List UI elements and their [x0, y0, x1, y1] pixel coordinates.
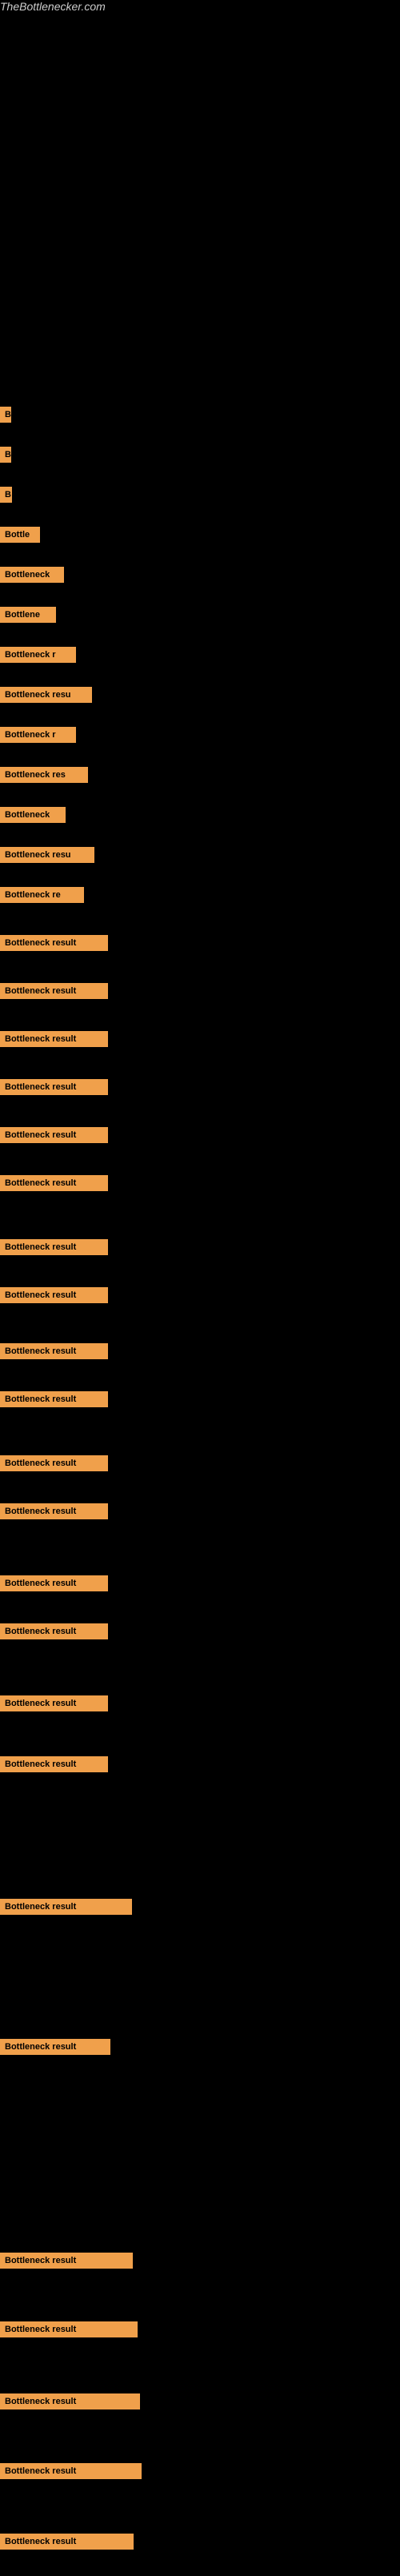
bar-item-36: Bottleneck result [0, 2534, 134, 2550]
bar-label-24: Bottleneck result [0, 1455, 108, 1471]
bar-item-34: Bottleneck result [0, 2393, 140, 2409]
bar-label-5: Bottleneck [0, 567, 64, 583]
bar-item-20: Bottleneck result [0, 1239, 108, 1255]
bar-item-7: Bottleneck r [0, 647, 76, 663]
bar-label-36: Bottleneck result [0, 2534, 134, 2550]
bar-label-15: Bottleneck result [0, 983, 108, 999]
bar-label-26: Bottleneck result [0, 1575, 108, 1591]
bar-item-17: Bottleneck result [0, 1079, 108, 1095]
bar-label-10: Bottleneck res [0, 767, 88, 783]
bar-item-4: Bottle [0, 527, 40, 543]
bar-label-4: Bottle [0, 527, 40, 543]
bar-label-6: Bottlene [0, 607, 56, 623]
bar-item-14: Bottleneck result [0, 935, 108, 951]
bar-label-35: Bottleneck result [0, 2463, 142, 2479]
bar-item-11: Bottleneck [0, 807, 66, 823]
bar-label-30: Bottleneck result [0, 1899, 132, 1915]
bar-label-19: Bottleneck result [0, 1175, 108, 1191]
bar-item-29: Bottleneck result [0, 1756, 108, 1772]
bar-item-9: Bottleneck r [0, 727, 76, 743]
bar-label-21: Bottleneck result [0, 1287, 108, 1303]
bar-label-13: Bottleneck re [0, 887, 84, 903]
bar-item-6: Bottlene [0, 607, 56, 623]
bar-item-33: Bottleneck result [0, 2321, 138, 2337]
bar-item-28: Bottleneck result [0, 1695, 108, 1711]
bar-label-16: Bottleneck result [0, 1031, 108, 1047]
bar-item-13: Bottleneck re [0, 887, 84, 903]
bar-label-23: Bottleneck result [0, 1391, 108, 1407]
bar-item-24: Bottleneck result [0, 1455, 108, 1471]
bar-item-15: Bottleneck result [0, 983, 108, 999]
bar-item-19: Bottleneck result [0, 1175, 108, 1191]
bar-label-18: Bottleneck result [0, 1127, 108, 1143]
bar-label-31: Bottleneck result [0, 2039, 110, 2055]
bar-item-27: Bottleneck result [0, 1623, 108, 1639]
bar-label-9: Bottleneck r [0, 727, 76, 743]
bar-item-35: Bottleneck result [0, 2463, 142, 2479]
bar-label-3: B [0, 487, 12, 503]
bar-item-1: B [0, 407, 11, 423]
bar-label-32: Bottleneck result [0, 2253, 133, 2269]
bar-label-8: Bottleneck resu [0, 687, 92, 703]
bar-label-12: Bottleneck resu [0, 847, 94, 863]
site-title: TheBottlenecker.com [0, 0, 400, 14]
bar-label-17: Bottleneck result [0, 1079, 108, 1095]
bar-item-2: B [0, 447, 11, 463]
bar-item-10: Bottleneck res [0, 767, 88, 783]
bar-label-27: Bottleneck result [0, 1623, 108, 1639]
bar-item-8: Bottleneck resu [0, 687, 92, 703]
bar-item-30: Bottleneck result [0, 1899, 132, 1915]
bar-label-14: Bottleneck result [0, 935, 108, 951]
bar-label-1: B [0, 407, 11, 423]
bar-label-34: Bottleneck result [0, 2393, 140, 2409]
bar-label-22: Bottleneck result [0, 1343, 108, 1359]
bar-label-11: Bottleneck [0, 807, 66, 823]
bar-item-5: Bottleneck [0, 567, 64, 583]
bar-label-7: Bottleneck r [0, 647, 76, 663]
bar-item-16: Bottleneck result [0, 1031, 108, 1047]
bar-label-28: Bottleneck result [0, 1695, 108, 1711]
bar-label-33: Bottleneck result [0, 2321, 138, 2337]
bar-item-23: Bottleneck result [0, 1391, 108, 1407]
bar-item-22: Bottleneck result [0, 1343, 108, 1359]
bar-item-26: Bottleneck result [0, 1575, 108, 1591]
bar-item-31: Bottleneck result [0, 2039, 110, 2055]
bar-label-2: B [0, 447, 11, 463]
bar-item-18: Bottleneck result [0, 1127, 108, 1143]
bar-item-12: Bottleneck resu [0, 847, 94, 863]
bar-item-3: B [0, 487, 12, 503]
bar-label-20: Bottleneck result [0, 1239, 108, 1255]
bar-label-25: Bottleneck result [0, 1503, 108, 1519]
bar-item-21: Bottleneck result [0, 1287, 108, 1303]
bar-item-25: Bottleneck result [0, 1503, 108, 1519]
bar-label-29: Bottleneck result [0, 1756, 108, 1772]
bar-item-32: Bottleneck result [0, 2253, 133, 2269]
